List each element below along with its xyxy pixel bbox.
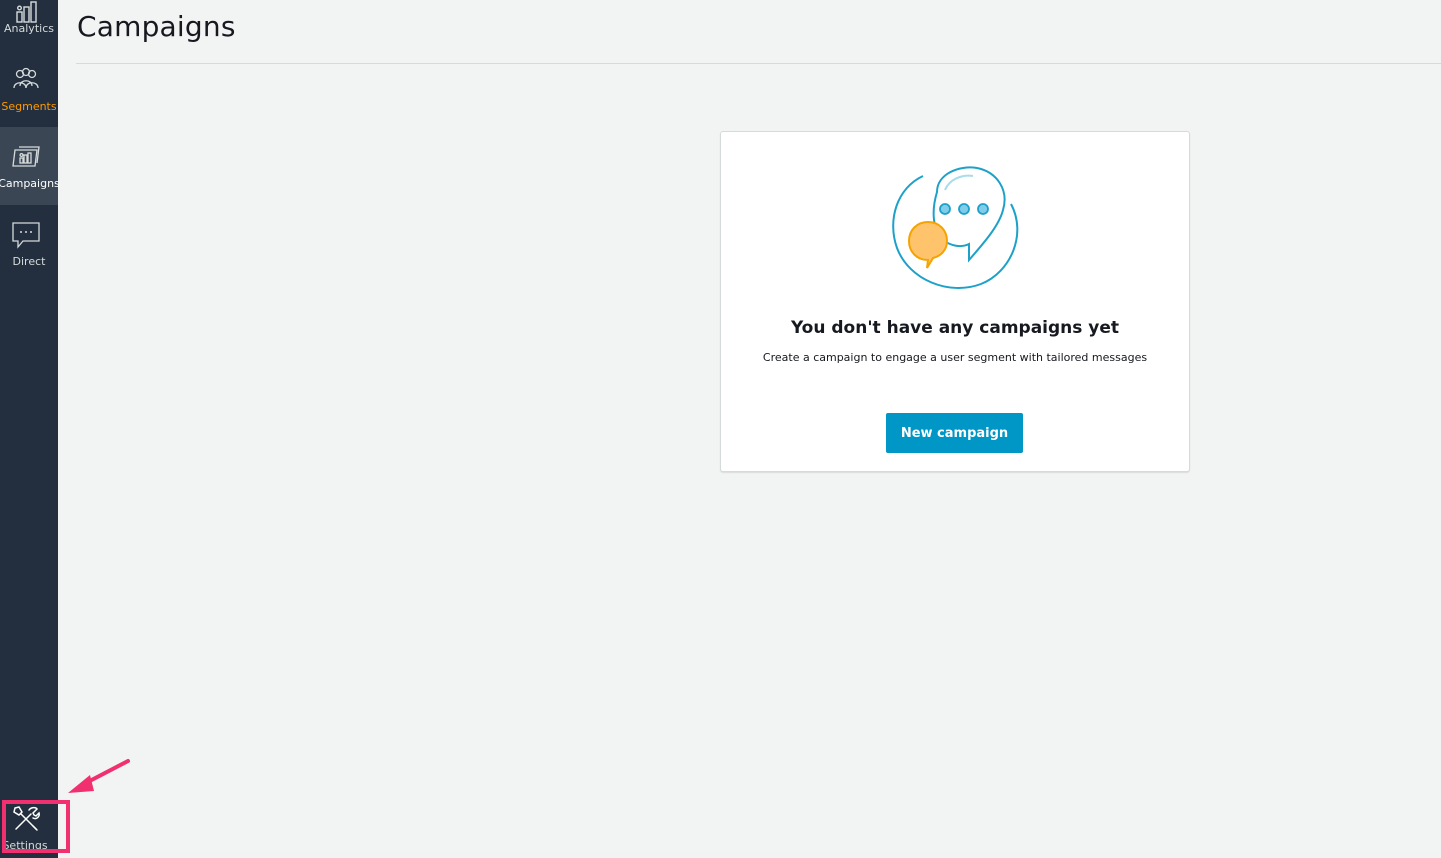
sidebar-item-direct[interactable]: Direct [0,205,58,283]
empty-state-title: You don't have any campaigns yet [790,318,1120,338]
tools-icon [13,806,40,831]
chat-bubbles-icon [892,166,1019,289]
sidebar-item-label: Segments [1,100,57,113]
campaign-icon [12,146,40,167]
sidebar-item-segments[interactable]: Segments [0,50,58,128]
annotation-arrow-icon [68,759,130,793]
app: Analytics Segments Campaigns Direct Sett… [0,0,1441,858]
header-divider [76,63,1441,64]
users-icon [13,67,39,89]
sidebar-item-campaigns[interactable]: Campaigns [0,127,60,205]
empty-state-description: Create a campaign to engage a user segme… [762,351,1148,364]
sidebar: Analytics Segments Campaigns Direct Sett… [0,0,60,858]
sidebar-item-label: Settings [2,839,48,852]
page-title: Campaigns [77,10,236,43]
empty-state-card: You don't have any campaigns yet Create … [720,131,1190,472]
sidebar-item-label: Analytics [4,22,54,35]
sidebar-item-label: Direct [12,255,46,268]
sidebar-item-settings[interactable]: Settings [0,792,58,858]
message-icon [12,222,40,249]
new-campaign-button[interactable]: New campaign [886,413,1023,453]
sidebar-item-label: Campaigns [0,177,60,190]
